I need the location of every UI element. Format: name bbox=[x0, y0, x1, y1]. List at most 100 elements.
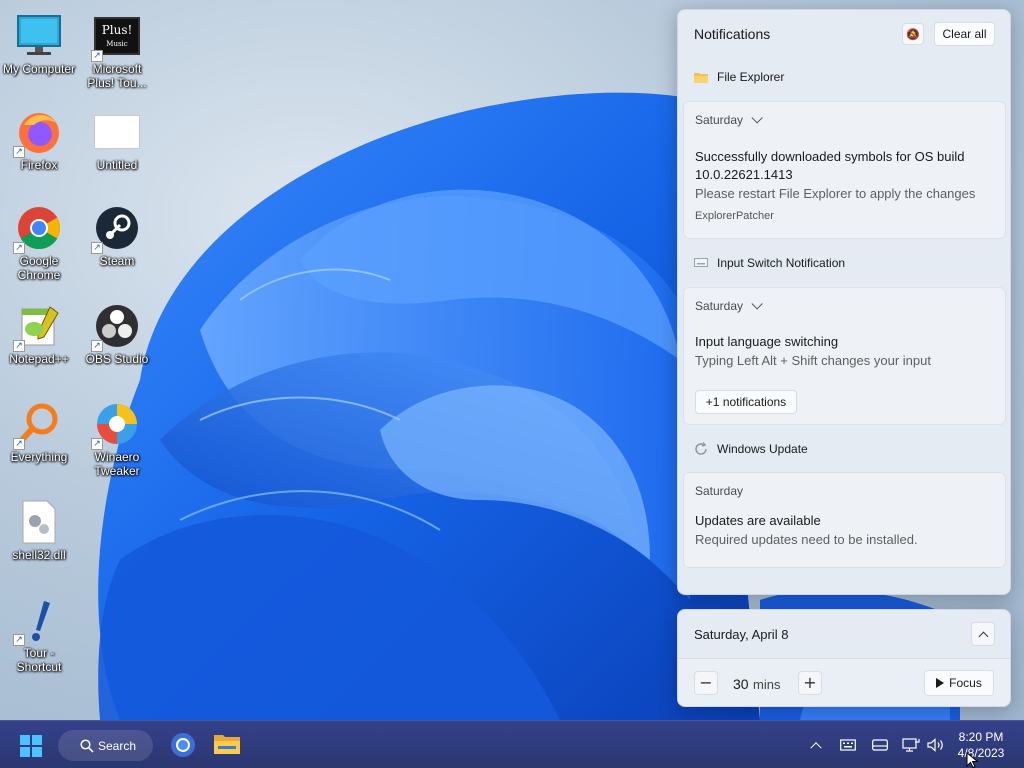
clock-time: 8:20 PM bbox=[958, 730, 1004, 744]
decrease-minutes-button[interactable]: − bbox=[694, 671, 718, 695]
calendar-date: Saturday, April 8 bbox=[694, 627, 789, 642]
windows-logo-icon bbox=[20, 735, 30, 745]
focus-minutes-value: 30 bbox=[733, 676, 749, 692]
winaero-icon: ↗ bbox=[91, 400, 141, 450]
desktop-icon-google-chrome[interactable]: ↗ Google Chrome bbox=[0, 204, 78, 282]
desktop-icon-label: Everything bbox=[10, 450, 68, 464]
taskbar-app-file-explorer[interactable] bbox=[214, 732, 240, 758]
clear-all-button[interactable]: Clear all bbox=[934, 22, 995, 46]
taskbar-app-chrome[interactable] bbox=[170, 732, 196, 758]
increase-minutes-button[interactable]: + bbox=[798, 671, 822, 695]
tray-tablet-button[interactable] bbox=[870, 733, 890, 757]
notifications-title: Notifications bbox=[694, 26, 771, 42]
notification-group-title: Input Switch Notification bbox=[717, 256, 846, 270]
notification-body: Please restart File Explorer to apply th… bbox=[695, 186, 976, 201]
notification-card[interactable]: Saturday Updates are available Required … bbox=[683, 472, 1006, 568]
notification-day-label: Saturday bbox=[695, 484, 744, 498]
desktop-icon-label: Tour - Shortcut bbox=[16, 646, 62, 674]
folder-icon bbox=[214, 735, 240, 754]
focus-minutes-unit: mins bbox=[753, 677, 781, 692]
calendar-panel: Saturday, April 8 − 30 mins + Focus bbox=[677, 609, 1011, 707]
firefox-icon: ↗ bbox=[13, 108, 63, 158]
show-hidden-icons-button[interactable] bbox=[806, 733, 826, 757]
desktop-icon-label: Steam bbox=[99, 254, 135, 268]
desktop-icon-firefox[interactable]: ↗ Firefox bbox=[0, 108, 78, 172]
notepadpp-icon: ↗ bbox=[13, 302, 63, 352]
desktop-icon-label: Google Chrome bbox=[17, 254, 61, 282]
shortcut-arrow-icon: ↗ bbox=[13, 146, 25, 158]
start-focus-button[interactable]: Focus bbox=[924, 670, 994, 696]
desktop-icon-tour-shortcut[interactable]: ↗ Tour - Shortcut bbox=[0, 596, 78, 674]
notification-center: Notifications 🔕 Clear all File Explorer … bbox=[677, 9, 1011, 595]
obs-icon: ↗ bbox=[91, 302, 141, 352]
shortcut-arrow-icon: ↗ bbox=[91, 340, 103, 352]
taskbar-search-box[interactable]: Search bbox=[58, 730, 153, 761]
play-icon bbox=[936, 678, 945, 688]
notification-group-input-switch[interactable]: Input Switch Notification bbox=[678, 248, 1010, 278]
notification-card[interactable]: Saturday Successfully downloaded symbols… bbox=[683, 101, 1006, 239]
windows-logo-tile bbox=[32, 747, 42, 757]
keyboard-icon bbox=[694, 256, 708, 270]
chevron-down-icon bbox=[751, 298, 763, 310]
shortcut-arrow-icon: ↗ bbox=[91, 50, 103, 62]
desktop-icon-untitled[interactable]: Untitled bbox=[78, 108, 156, 172]
windows-logo-tile bbox=[32, 735, 42, 745]
notification-source: ExplorerPatcher bbox=[695, 210, 774, 222]
notification-header: Notifications 🔕 Clear all bbox=[678, 10, 1010, 58]
clock-date: 4/8/2023 bbox=[957, 746, 1005, 760]
more-notifications-button[interactable]: +1 notifications bbox=[695, 390, 797, 414]
chevron-down-icon bbox=[751, 112, 763, 124]
notification-day[interactable]: Saturday bbox=[695, 298, 763, 313]
update-icon bbox=[694, 442, 708, 456]
steam-icon: ↗ bbox=[91, 204, 141, 254]
desktop-icon-microsoft-plus[interactable]: Plus! Music ↗ Microsoft Plus! Tou... bbox=[78, 12, 156, 90]
tray-network-button[interactable] bbox=[900, 733, 922, 757]
notification-body: Required updates need to be installed. bbox=[695, 532, 918, 547]
desktop-icon-label: Notepad++ bbox=[9, 352, 69, 366]
shortcut-arrow-icon: ↗ bbox=[13, 634, 25, 646]
start-button[interactable] bbox=[20, 735, 42, 757]
speaker-icon bbox=[927, 738, 943, 752]
tablet-icon bbox=[872, 739, 888, 751]
taskbar-clock[interactable]: 8:20 PM 4/8/2023 bbox=[950, 729, 1012, 761]
plus-icon-subtext: Music bbox=[106, 40, 128, 48]
collapse-calendar-button[interactable] bbox=[971, 622, 995, 646]
desktop-icon-label: OBS Studio bbox=[85, 352, 149, 366]
desktop-icon-label: Firefox bbox=[20, 158, 58, 172]
notification-day-label: Saturday bbox=[695, 299, 744, 313]
notification-day: Saturday bbox=[695, 484, 743, 498]
keyboard-icon bbox=[840, 739, 856, 751]
chrome-icon: ↗ bbox=[13, 204, 63, 254]
plus-icon-text: Plus! bbox=[101, 23, 133, 37]
desktop-icon-label: Untitled bbox=[96, 158, 138, 172]
focus-session-row: − 30 mins + Focus bbox=[678, 659, 1010, 706]
everything-search-icon: ↗ bbox=[13, 400, 63, 450]
notification-title: Successfully downloaded symbols for OS b… bbox=[695, 149, 965, 182]
focus-button-label: Focus bbox=[949, 676, 982, 690]
plus-music-icon: Plus! Music ↗ bbox=[91, 12, 141, 62]
notification-card[interactable]: Saturday Input language switching Typing… bbox=[683, 287, 1006, 425]
mouse-cursor-icon bbox=[966, 752, 979, 768]
tray-keyboard-button[interactable] bbox=[838, 733, 858, 757]
shortcut-arrow-icon: ↗ bbox=[13, 242, 25, 254]
notification-title: Updates are available bbox=[695, 513, 821, 528]
folder-icon bbox=[694, 70, 708, 84]
desktop-icon-steam[interactable]: ↗ Steam bbox=[78, 204, 156, 268]
tray-volume-button[interactable] bbox=[926, 733, 946, 757]
desktop-icon-obs-studio[interactable]: ↗ OBS Studio bbox=[78, 302, 156, 366]
do-not-disturb-button[interactable]: 🔕 bbox=[902, 23, 924, 45]
notification-day[interactable]: Saturday bbox=[695, 112, 763, 127]
notification-group-file-explorer[interactable]: File Explorer bbox=[678, 62, 1010, 92]
network-icon bbox=[902, 738, 920, 752]
desktop-icon-winaero-tweaker[interactable]: ↗ Winaero Tweaker bbox=[78, 400, 156, 478]
desktop-icon-label: shell32.dll bbox=[12, 548, 66, 562]
taskbar: Search 8:20 PM 4/8/2023 bbox=[0, 720, 1024, 768]
desktop-icon-notepadpp[interactable]: ↗ Notepad++ bbox=[0, 302, 78, 366]
desktop-icon-everything[interactable]: ↗ Everything bbox=[0, 400, 78, 464]
notification-body: Typing Left Alt + Shift changes your inp… bbox=[695, 353, 931, 368]
notification-group-windows-update[interactable]: Windows Update bbox=[678, 434, 1010, 464]
shortcut-arrow-icon: ↗ bbox=[91, 438, 103, 450]
desktop-icon-shell32[interactable]: shell32.dll bbox=[0, 498, 78, 562]
desktop-icon-my-computer[interactable]: My Computer bbox=[0, 12, 78, 76]
search-label: Search bbox=[98, 738, 137, 753]
